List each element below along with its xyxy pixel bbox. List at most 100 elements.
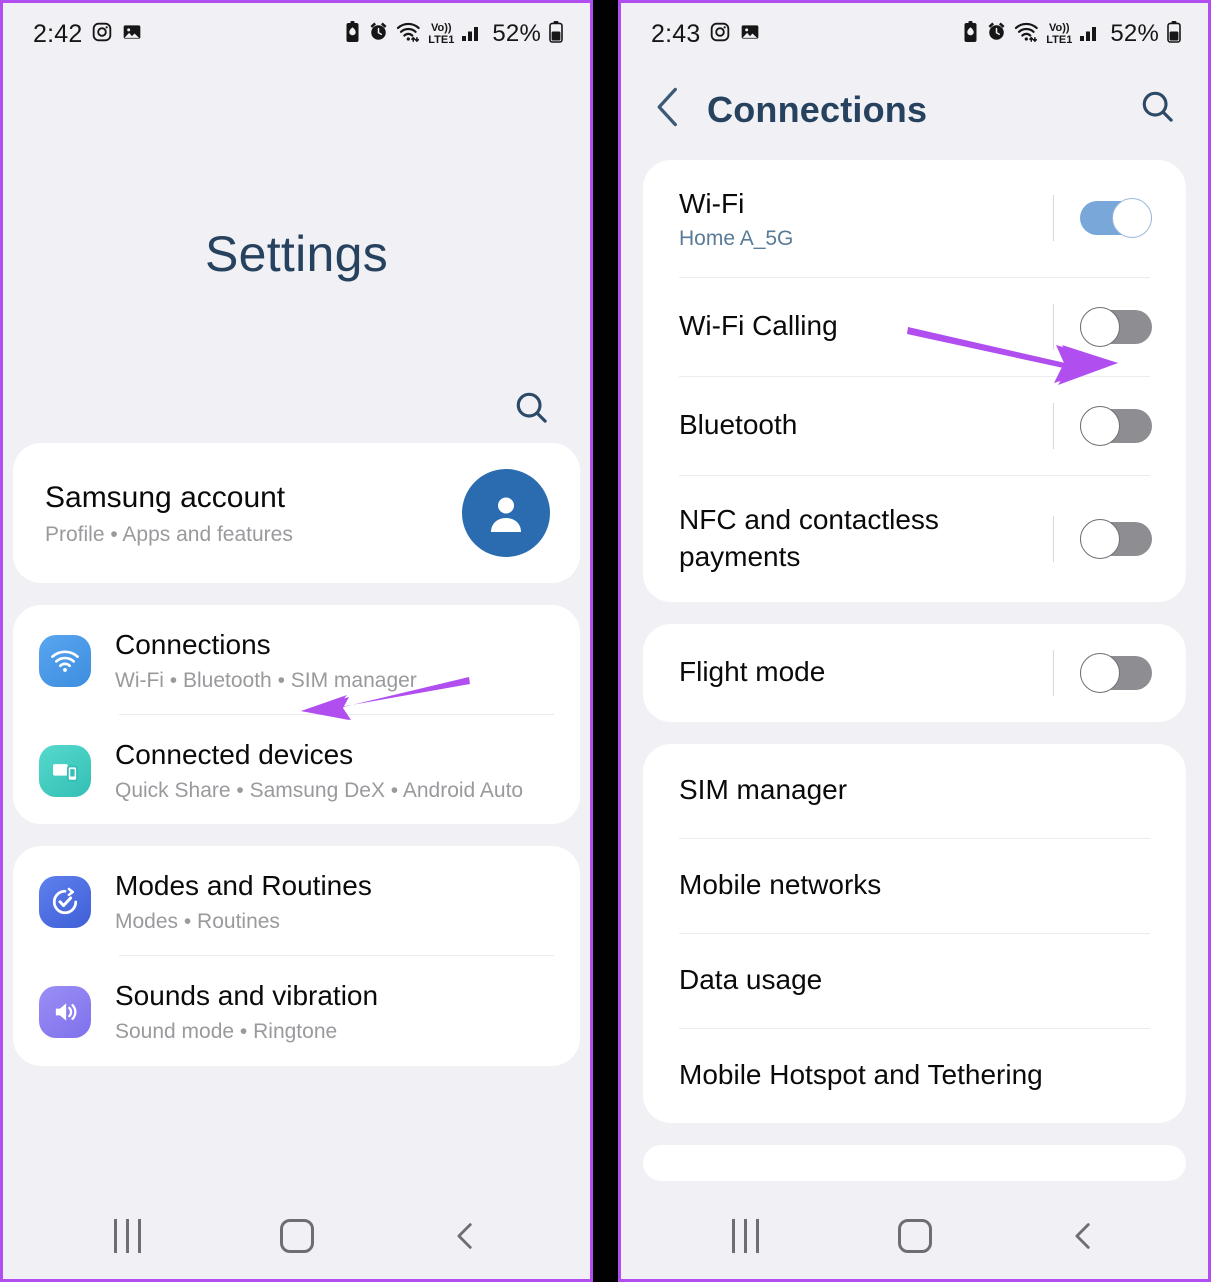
settings-item-subtitle: Quick Share • Samsung DeX • Android Auto — [115, 778, 524, 802]
gallery-icon — [122, 22, 142, 47]
page-title: Settings — [204, 226, 389, 282]
navigation-bar — [3, 1193, 590, 1279]
conn-label: Wi-Fi Calling — [679, 308, 1053, 345]
conn-row-mobile-networks[interactable]: Mobile networks — [643, 839, 1186, 933]
settings-item-title: Connections — [115, 629, 271, 660]
conn-label: Data usage — [679, 962, 1186, 999]
conn-row-sim-manager[interactable]: SIM manager — [643, 744, 1186, 838]
partial-next-card[interactable] — [643, 1144, 1186, 1181]
volte-icon: Vo)) LTE1 — [428, 21, 455, 46]
settings-group-modes: Modes and Routines Modes • Routines Soun… — [13, 846, 580, 1066]
status-time: 2:42 — [33, 19, 83, 48]
conn-label: Mobile Hotspot and Tethering — [679, 1057, 1186, 1094]
conn-title: SIM manager — [679, 774, 848, 806]
settings-group-connections: Connections Wi-Fi • Bluetooth • SIM mana… — [13, 605, 580, 825]
settings-item-connections[interactable]: Connections Wi-Fi • Bluetooth • SIM mana… — [13, 605, 580, 714]
toggle-separator — [1053, 195, 1054, 242]
conn-title: Flight mode — [679, 656, 826, 688]
battery-saver-icon — [344, 20, 361, 48]
sounds-texts: Sounds and vibration Sound mode • Ringto… — [115, 976, 556, 1045]
toggle-wrap — [1053, 515, 1186, 562]
conn-title: Wi-Fi — [679, 188, 745, 219]
settings-item-connected-devices[interactable]: Connected devices Quick Share • Samsung … — [13, 715, 580, 824]
connections-group-flight: Flight mode — [643, 623, 1186, 722]
conn-title: Mobile networks — [679, 869, 882, 901]
wifi-toggle[interactable] — [1080, 198, 1152, 239]
recents-icon[interactable] — [83, 1206, 173, 1266]
status-bar-right: Vo)) LTE1 52% — [962, 20, 1182, 48]
check-circle-icon — [39, 876, 91, 929]
settings-item-title: Sounds and vibration — [115, 980, 379, 1012]
alarm-icon — [986, 21, 1007, 47]
conn-label: NFC and contactless payments — [679, 502, 1009, 576]
status-bar-left: 2:43 — [651, 20, 760, 49]
account-title: Samsung account — [45, 481, 286, 515]
right-phone-screen: 2:43 Vo)) LTE1 52% Connections Wi-Fi Hom… — [618, 0, 1211, 1282]
conn-row-hotspot-tethering[interactable]: Mobile Hotspot and Tethering — [643, 1029, 1186, 1123]
account-subtitle: Profile • Apps and features — [45, 522, 293, 546]
connections-texts: Connections Wi-Fi • Bluetooth • SIM mana… — [115, 625, 556, 694]
home-icon[interactable] — [252, 1206, 342, 1266]
conn-label: Flight mode — [679, 654, 1053, 691]
toggle-wrap — [1053, 303, 1186, 350]
signal-bars-icon — [461, 22, 483, 47]
conn-row-bluetooth[interactable]: Bluetooth — [643, 377, 1186, 475]
flight-mode-toggle[interactable] — [1080, 652, 1152, 693]
battery-percent: 52% — [492, 20, 541, 47]
volte-bottom-label: LTE1 — [428, 33, 455, 46]
conn-row-data-usage[interactable]: Data usage — [643, 934, 1186, 1028]
battery-icon — [1166, 20, 1182, 48]
person-avatar-icon — [462, 469, 550, 557]
toggle-separator — [1053, 303, 1054, 350]
settings-item-modes-and-routines[interactable]: Modes and Routines Modes • Routines — [13, 846, 580, 955]
speaker-icon — [39, 986, 91, 1039]
search-icon[interactable] — [512, 388, 552, 433]
search-icon[interactable] — [1138, 87, 1178, 132]
conn-label: SIM manager — [679, 772, 1186, 809]
settings-item-subtitle: Wi-Fi • Bluetooth • SIM manager — [115, 668, 417, 692]
battery-icon — [548, 20, 564, 48]
battery-percent: 52% — [1110, 20, 1159, 47]
conn-row-wifi[interactable]: Wi-Fi Home A_5G — [643, 160, 1186, 277]
home-icon[interactable] — [870, 1206, 960, 1266]
conn-title: Data usage — [679, 964, 823, 996]
conn-title: Mobile Hotspot and Tethering — [679, 1059, 1043, 1091]
conn-row-nfc[interactable]: NFC and contactless payments — [643, 476, 1186, 602]
status-time: 2:43 — [651, 19, 701, 48]
volte-bottom-label: LTE1 — [1046, 33, 1073, 46]
toggle-wrap — [1053, 649, 1186, 696]
back-chevron-icon[interactable] — [653, 85, 683, 134]
navigation-bar — [621, 1193, 1208, 1279]
recents-icon[interactable] — [701, 1206, 791, 1266]
account-texts: Samsung account Profile • Apps and featu… — [45, 479, 462, 547]
volte-top-label: Vo)) — [431, 21, 452, 34]
bluetooth-toggle[interactable] — [1080, 405, 1152, 446]
toggle-wrap — [1053, 402, 1186, 449]
left-phone-screen: 2:42 Vo)) LTE1 52% Settings Samsung acco… — [0, 0, 593, 1282]
connections-group-wireless: Wi-Fi Home A_5G Wi-Fi Calling Bluetooth … — [643, 160, 1186, 602]
volte-icon: Vo)) LTE1 — [1046, 21, 1073, 46]
nfc-toggle[interactable] — [1080, 518, 1152, 559]
conn-title: Bluetooth — [679, 409, 798, 441]
back-icon[interactable] — [421, 1206, 511, 1266]
conn-title: Wi-Fi Calling — [679, 310, 838, 342]
conn-label: Bluetooth — [679, 407, 1053, 444]
conn-row-wifi-calling[interactable]: Wi-Fi Calling — [643, 278, 1186, 376]
status-bar: 2:43 Vo)) LTE1 52% — [621, 3, 1208, 65]
conn-row-flight-mode[interactable]: Flight mode — [643, 624, 1186, 722]
volte-top-label: Vo)) — [1049, 21, 1070, 34]
toggle-separator — [1053, 515, 1054, 562]
wifi-calling-toggle[interactable] — [1080, 306, 1152, 347]
conn-title: NFC and contactless payments — [679, 503, 939, 572]
wifi-icon — [1014, 21, 1039, 47]
settings-item-sounds-and-vibration[interactable]: Sounds and vibration Sound mode • Ringto… — [13, 956, 580, 1065]
alarm-icon — [368, 21, 389, 47]
toggle-separator — [1053, 402, 1054, 449]
app-header: Connections — [621, 65, 1208, 160]
conn-label: Mobile networks — [679, 867, 1186, 904]
devices-icon — [39, 745, 91, 798]
back-icon[interactable] — [1039, 1206, 1129, 1266]
gallery-icon — [740, 22, 760, 47]
samsung-account-card[interactable]: Samsung account Profile • Apps and featu… — [13, 443, 580, 583]
status-bar-right: Vo)) LTE1 52% — [344, 20, 564, 48]
